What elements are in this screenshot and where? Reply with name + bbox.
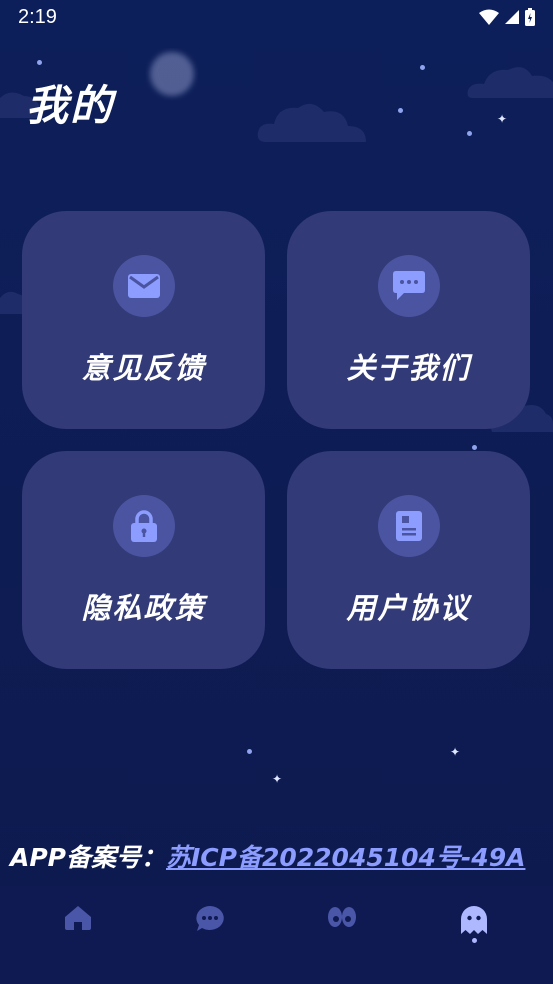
home-icon <box>65 906 91 930</box>
document-icon <box>395 511 422 541</box>
about-us-card[interactable]: 关于我们 <box>287 211 530 429</box>
star-decoration <box>37 60 42 65</box>
user-agreement-icon-badge <box>377 495 440 557</box>
chat-bubble-icon <box>392 271 425 300</box>
cloud-decoration <box>467 67 553 98</box>
about-us-icon-badge <box>377 255 440 317</box>
star-decoration <box>420 65 425 70</box>
tab-home[interactable] <box>48 906 108 966</box>
signal-icon <box>505 10 519 24</box>
tab-discover[interactable] <box>312 906 372 966</box>
bottom-tab-bar <box>0 886 553 984</box>
status-icons <box>479 8 535 26</box>
ghost-icon <box>461 906 487 934</box>
moon-icon <box>150 52 200 96</box>
chat-icon <box>196 906 224 931</box>
tab-mine[interactable] <box>444 906 504 966</box>
star-decoration <box>472 445 477 450</box>
user-agreement-label: 用户协议 <box>346 591 471 625</box>
privacy-icon-badge <box>112 495 175 557</box>
page-title: 我的 <box>26 81 115 130</box>
icp-record: APP备案号：苏ICP备2022045104号-49A <box>10 838 525 874</box>
mail-icon <box>127 274 160 298</box>
icp-number-link[interactable]: 苏ICP备2022045104号-49A <box>166 843 525 872</box>
status-time: 2:19 <box>18 5 57 28</box>
sparkle-decoration: ✦ <box>272 772 283 786</box>
star-decoration <box>398 108 403 113</box>
lock-icon <box>130 510 157 542</box>
star-decoration <box>247 749 252 754</box>
feedback-icon-badge <box>112 255 175 317</box>
feedback-card[interactable]: 意见反馈 <box>22 211 265 429</box>
sparkle-decoration: ✦ <box>497 112 508 126</box>
tab-messages[interactable] <box>180 906 240 966</box>
battery-icon <box>525 8 535 26</box>
privacy-policy-label: 隐私政策 <box>81 591 206 625</box>
privacy-policy-card[interactable]: 隐私政策 <box>22 451 265 669</box>
user-agreement-card[interactable]: 用户协议 <box>287 451 530 669</box>
icp-label: APP备案号： <box>10 843 166 872</box>
star-decoration <box>467 131 472 136</box>
feedback-label: 意见反馈 <box>81 351 206 385</box>
about-us-label: 关于我们 <box>346 351 471 385</box>
cloud-decoration <box>257 103 366 142</box>
status-bar: 2:19 <box>0 0 553 34</box>
sparkle-decoration: ✦ <box>450 745 461 759</box>
wifi-icon <box>479 9 499 25</box>
active-tab-indicator <box>471 938 477 943</box>
eyes-icon <box>328 907 356 927</box>
